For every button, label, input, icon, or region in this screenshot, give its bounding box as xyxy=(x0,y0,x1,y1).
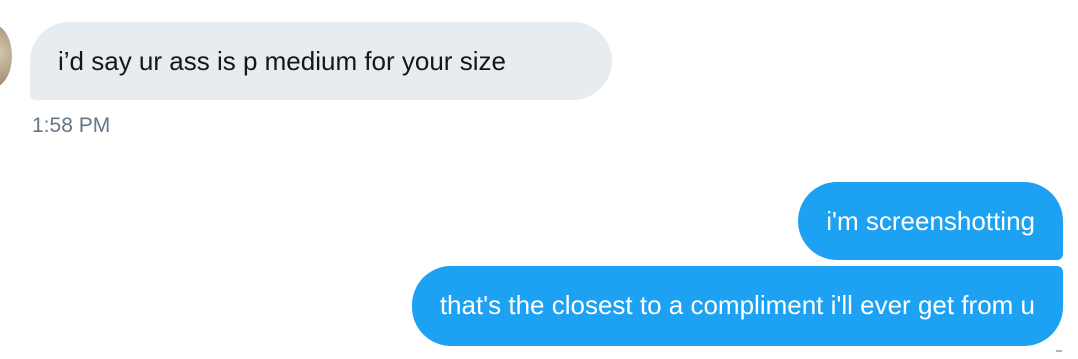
message-timestamp: 1:58 PM xyxy=(32,114,111,137)
avatar[interactable] xyxy=(0,24,12,88)
outgoing-message-bubble[interactable]: i'm screenshotting xyxy=(798,182,1063,260)
read-receipt-icon xyxy=(1056,350,1062,355)
incoming-message-bubble[interactable]: i’d say ur ass is p medium for your size xyxy=(30,22,612,100)
dm-conversation: i’d say ur ass is p medium for your size… xyxy=(0,0,1078,359)
outgoing-message-bubble[interactable]: that's the closest to a compliment i'll … xyxy=(411,266,1063,346)
